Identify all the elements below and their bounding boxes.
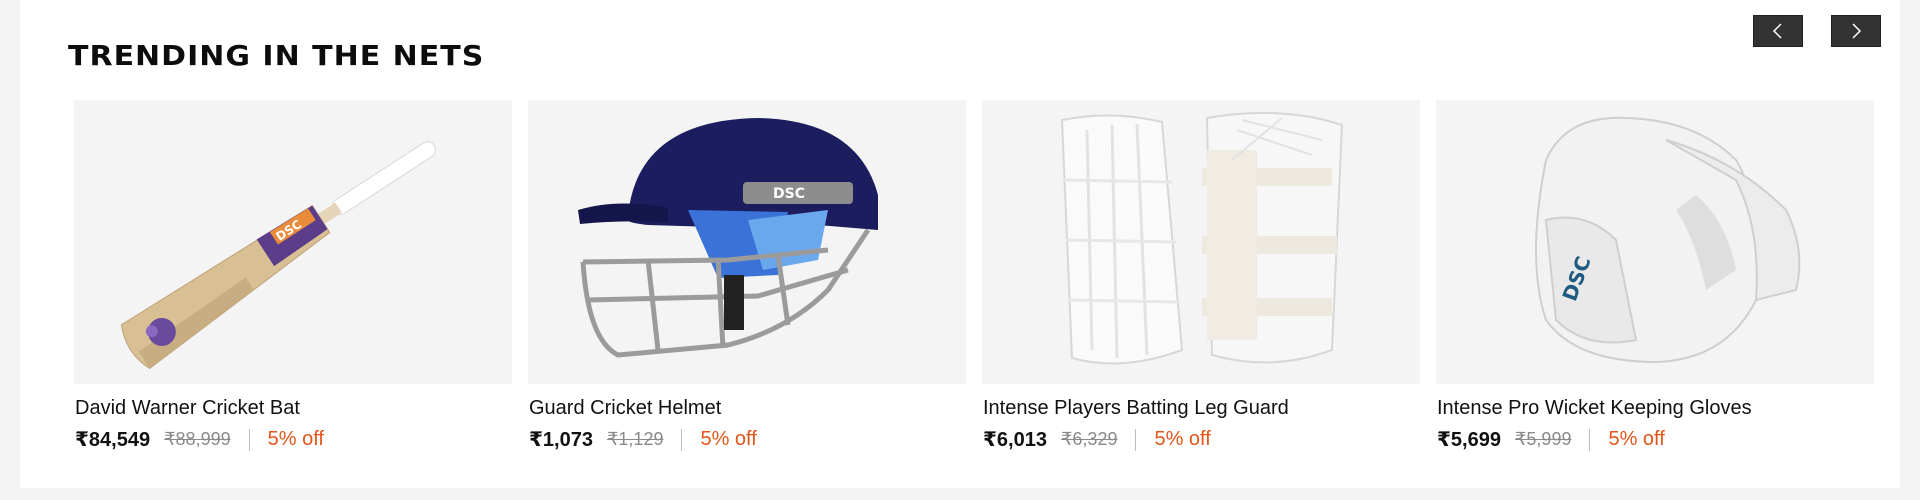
product-name[interactable]: Intense Pro Wicket Keeping Gloves <box>1436 398 1846 419</box>
carousel-next-button[interactable] <box>1831 15 1881 47</box>
section-title: TRENDING IN THE NETS <box>68 40 485 73</box>
discount-badge: 5% off <box>1154 428 1211 450</box>
discount-badge: 5% off <box>700 428 757 450</box>
leg-guard-image[interactable] <box>982 100 1420 384</box>
keeping-gloves-image[interactable]: DSC <box>1436 100 1874 384</box>
product-mrp: ₹1,129 <box>606 429 664 449</box>
chevron-left-icon <box>1772 23 1782 39</box>
discount-badge: 5% off <box>1608 428 1665 450</box>
product-name[interactable]: David Warner Cricket Bat <box>74 398 484 419</box>
product-mrp: ₹88,999 <box>164 429 231 449</box>
cricket-bat-image[interactable]: DSC <box>74 100 512 384</box>
price-divider <box>1589 428 1591 451</box>
price-row: ₹1,073 ₹1,129 5% off <box>528 427 966 452</box>
product-mrp: ₹5,999 <box>1514 429 1572 449</box>
price-divider <box>1135 428 1137 451</box>
svg-text:DSC: DSC <box>773 186 805 202</box>
chevron-right-icon <box>1852 23 1862 39</box>
product-card[interactable]: DSC Intense Pro Wicket Keeping Gloves ₹5… <box>1436 100 1874 452</box>
product-price: ₹6,013 <box>983 429 1047 451</box>
price-row: ₹6,013 ₹6,329 5% off <box>982 427 1420 452</box>
product-carousel: DSC David Warner Cricket Bat ₹84,549 ₹88… <box>74 100 1874 452</box>
discount-badge: 5% off <box>267 428 324 450</box>
product-name[interactable]: Intense Players Batting Leg Guard <box>982 398 1392 419</box>
price-divider <box>681 428 683 451</box>
product-price: ₹5,699 <box>1437 429 1501 451</box>
leg-guard-icon <box>1060 111 1344 365</box>
price-row: ₹5,699 ₹5,999 5% off <box>1436 427 1874 452</box>
product-card[interactable]: Intense Players Batting Leg Guard ₹6,013… <box>982 100 1420 452</box>
product-card[interactable]: DSC Guard Cricket Helmet ₹1,073 ₹1,129 5… <box>528 100 966 452</box>
product-price: ₹1,073 <box>529 429 593 451</box>
product-price: ₹84,549 <box>75 429 151 451</box>
price-divider <box>248 428 250 451</box>
carousel-prev-button[interactable] <box>1753 15 1803 47</box>
keeping-gloves-icon: DSC <box>1535 116 1801 364</box>
cricket-helmet-icon: DSC <box>578 118 878 358</box>
product-card[interactable]: DSC David Warner Cricket Bat ₹84,549 ₹88… <box>74 100 512 452</box>
product-mrp: ₹6,329 <box>1060 429 1118 449</box>
cricket-bat-icon: DSC <box>120 141 437 370</box>
cricket-helmet-image[interactable]: DSC <box>528 100 966 384</box>
trending-section: TRENDING IN THE NETS DSC David Warner Cr… <box>20 0 1900 488</box>
product-name[interactable]: Guard Cricket Helmet <box>528 398 938 419</box>
price-row: ₹84,549 ₹88,999 5% off <box>74 427 512 452</box>
